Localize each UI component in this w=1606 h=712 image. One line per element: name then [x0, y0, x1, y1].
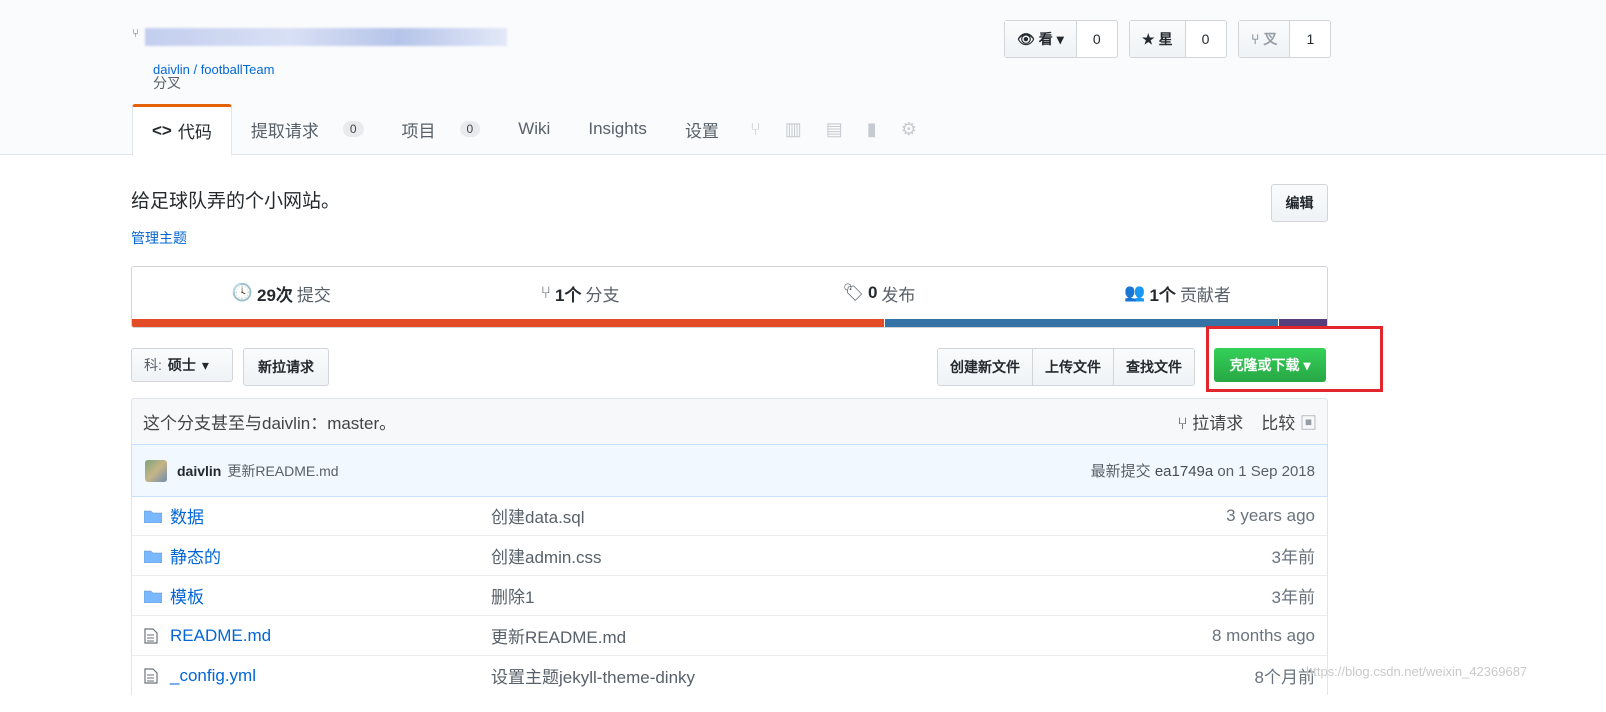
code-icon: <>	[152, 120, 172, 140]
language-bar-segment	[132, 319, 885, 327]
releases-summary[interactable]: 🏷 0 发布	[730, 281, 1029, 306]
commit-sha-link[interactable]: ea1749a	[1155, 463, 1213, 480]
branch-icon: ⑂	[540, 283, 551, 302]
folder-icon	[144, 549, 164, 563]
watch-count[interactable]: 0	[1077, 21, 1117, 57]
file-name-link[interactable]: 模板	[170, 583, 470, 608]
fork-group: ⑂ 叉 1	[1238, 20, 1332, 58]
book-icon[interactable]: ▤	[814, 119, 855, 140]
tab-insights[interactable]: Insights	[569, 104, 666, 154]
pull-request-link[interactable]: ⑂ 拉请求	[1177, 409, 1243, 434]
branch-status-text: 这个分支甚至与daivlin：master。	[143, 414, 397, 433]
repo-tabs: <> 代码 提取请求 0 项目 0 Wiki Insights 设置 ⑂ ▥ ▤…	[132, 103, 929, 156]
latest-commit-row: daivlin 更新README.md 最新提交 ea1749a on 1 Se…	[131, 444, 1328, 497]
file-commit-message[interactable]: 设置主题jekyll-theme-dinky	[491, 663, 695, 688]
tab-code[interactable]: <> 代码	[132, 103, 232, 156]
repo-description: 给足球队弄的个小网站。	[131, 191, 341, 212]
gear-icon[interactable]: ⚙	[889, 119, 929, 140]
file-navigation: 创建新文件 上传文件 查找文件	[937, 348, 1195, 386]
star-group: ★ 星 0	[1129, 20, 1227, 58]
manage-topics-link[interactable]: 管理主题	[131, 228, 187, 248]
history-icon: 🕓	[231, 283, 253, 302]
branch-infobar: 这个分支甚至与daivlin：master。 ⑂ 拉请求 比较 ▣	[131, 398, 1328, 445]
file-age: 3年前	[1271, 548, 1315, 567]
pull-request-icon[interactable]: ⑂	[738, 119, 773, 140]
star-button[interactable]: ★ 星	[1130, 21, 1186, 57]
compare-link[interactable]: 比较 ▣	[1261, 409, 1317, 434]
tab-projects[interactable]: 项目 0	[383, 104, 500, 154]
new-pull-request-button[interactable]: 新拉请求	[243, 348, 329, 386]
fork-icon: ⑂	[132, 26, 140, 40]
file-name-link[interactable]: 数据	[170, 503, 470, 528]
file-commit-message[interactable]: 创建data.sql	[491, 503, 585, 528]
avatar[interactable]	[145, 459, 167, 482]
watch-group: 👁 看 ▾ 0	[1004, 20, 1118, 58]
watermark: https://blog.csdn.net/weixin_42369687	[1306, 664, 1528, 679]
diff-icon: ▣	[1300, 414, 1317, 433]
file-list: 数据 创建data.sql 3 years ago 静态的 创建admin.cs…	[131, 496, 1328, 695]
star-icon: ★	[1142, 30, 1155, 47]
file-commit-message[interactable]: 删除1	[491, 583, 534, 608]
graph-icon[interactable]: ▮	[855, 119, 889, 140]
fork-icon: ⑂	[1251, 31, 1260, 47]
tab-settings[interactable]: 设置	[666, 104, 738, 154]
contributors-summary[interactable]: 👥 1个 贡献者	[1028, 281, 1327, 306]
file-age: 3 years ago	[1226, 505, 1315, 525]
create-file-button[interactable]: 创建新文件	[938, 349, 1033, 385]
project-board-icon[interactable]: ▥	[773, 119, 814, 140]
folder-icon	[144, 589, 164, 603]
branches-summary[interactable]: ⑂ 1个 分支	[431, 281, 730, 306]
file-name-link[interactable]: 静态的	[170, 543, 470, 568]
commits-summary[interactable]: 🕓 29次 提交	[132, 281, 431, 306]
file-commit-message[interactable]: 创建admin.css	[491, 543, 602, 568]
file-icon	[144, 667, 164, 684]
commit-author[interactable]: daivlin	[177, 463, 221, 479]
people-icon: 👥	[1124, 283, 1146, 302]
projects-counter: 0	[459, 121, 481, 137]
fork-button[interactable]: ⑂ 叉	[1239, 21, 1291, 57]
tab-wiki[interactable]: Wiki	[499, 104, 569, 154]
fork-count[interactable]: 1	[1290, 21, 1330, 57]
edit-button[interactable]: 编辑	[1271, 184, 1328, 222]
file-name-link[interactable]: _config.yml	[170, 666, 470, 686]
caret-down-icon: ▾	[1056, 30, 1064, 47]
pulls-counter: 0	[342, 121, 364, 137]
file-row: 模板 删除1 3年前	[132, 575, 1327, 615]
file-icon	[144, 627, 164, 644]
repo-title-blurred	[145, 28, 507, 46]
file-row: 数据 创建data.sql 3 years ago	[132, 496, 1327, 535]
file-row: 静态的 创建admin.css 3年前	[132, 535, 1327, 575]
watch-button[interactable]: 👁 看 ▾	[1005, 21, 1077, 57]
file-name-link[interactable]: README.md	[170, 626, 470, 646]
fork-label: 分叉	[153, 75, 181, 91]
caret-down-icon: ▾	[201, 356, 209, 373]
annotation-highlight-box	[1206, 326, 1383, 392]
branch-select[interactable]: 科: 硕士 ▾	[131, 348, 233, 382]
folder-icon	[144, 509, 164, 523]
commit-message[interactable]: 更新README.md	[227, 461, 338, 481]
file-age: 8 months ago	[1211, 625, 1315, 645]
latest-commit-info: 最新提交 ea1749a on 1 Sep 2018	[1090, 463, 1315, 480]
star-count[interactable]: 0	[1186, 21, 1226, 57]
language-bar[interactable]	[132, 319, 1327, 327]
pull-request-icon: ⑂	[1177, 414, 1188, 433]
file-commit-message[interactable]: 更新README.md	[491, 623, 626, 648]
file-age: 3年前	[1271, 588, 1315, 607]
numbers-summary: 🕓 29次 提交 ⑂ 1个 分支 🏷 0 发布 👥 1个 贡献者	[131, 266, 1328, 328]
tab-pull-requests[interactable]: 提取请求 0	[232, 104, 383, 154]
upload-files-button[interactable]: 上传文件	[1033, 349, 1114, 385]
file-row: _config.yml 设置主题jekyll-theme-dinky 8个月前	[132, 655, 1327, 695]
find-file-button[interactable]: 查找文件	[1114, 349, 1194, 385]
eye-icon: 👁	[1017, 30, 1035, 47]
file-row: README.md 更新README.md 8 months ago	[132, 615, 1327, 655]
tag-icon: 🏷	[842, 283, 864, 302]
